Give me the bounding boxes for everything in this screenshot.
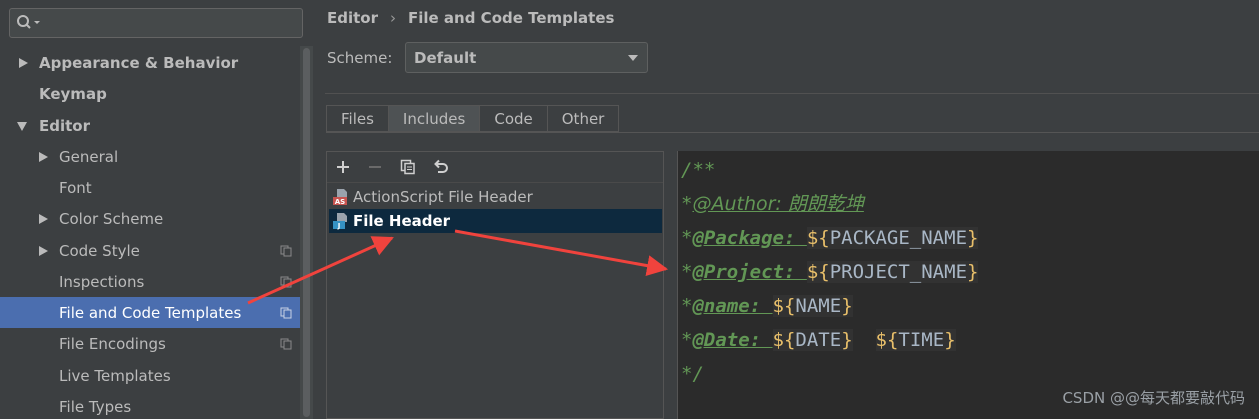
sidebar-item-label: Live Templates <box>59 366 171 385</box>
sidebar-scrollbar[interactable] <box>300 46 313 419</box>
sidebar-item-code-style[interactable]: Code Style <box>0 235 313 266</box>
sidebar-item-label: Font <box>59 178 92 197</box>
tab-includes[interactable]: Includes <box>387 105 480 132</box>
sidebar-item-file-and-code-templates[interactable]: File and Code Templates <box>0 297 313 328</box>
sidebar-item-label: File Encodings <box>59 334 166 353</box>
template-item-label: File Header <box>353 212 451 230</box>
remove-icon[interactable] <box>367 159 383 175</box>
sidebar-item-label: General <box>59 147 119 166</box>
chevron-down-icon <box>628 55 638 61</box>
breadcrumb-current: File and Code Templates <box>408 9 615 27</box>
template-item-label: ActionScript File Header <box>353 188 533 206</box>
settings-sidebar: Appearance & Behavior Keymap Editor Gene… <box>0 0 313 419</box>
reset-icon[interactable] <box>433 159 449 175</box>
tab-files[interactable]: Files <box>326 105 388 132</box>
template-code-editor[interactable]: /** *@Author: 朗朗乾坤 *@Package: ${PACKAGE_… <box>677 151 1259 419</box>
chevron-right-icon <box>39 152 48 162</box>
sidebar-item-label: File Types <box>59 397 132 416</box>
sidebar-item-editor[interactable]: Editor <box>0 110 313 141</box>
divider <box>325 93 1259 94</box>
file-type-text: J <box>337 222 341 230</box>
sidebar-item-label: Color Scheme <box>59 209 164 228</box>
sidebar-item-general[interactable]: General <box>0 141 313 172</box>
sidebar-item-label: Code Style <box>59 241 140 260</box>
code-line-6: *@Date: ${DATE} ${TIME} <box>681 329 956 351</box>
project-settings-icon <box>280 276 292 288</box>
code-line-3: *@Package: ${PACKAGE_NAME} <box>681 227 979 249</box>
code-line-7: */ <box>681 363 704 385</box>
sidebar-item-inspections[interactable]: Inspections <box>0 266 313 297</box>
project-settings-icon <box>280 245 292 257</box>
code-line-5: *@name: ${NAME} <box>681 295 853 317</box>
chevron-down-icon <box>17 122 27 131</box>
template-list-toolbar <box>327 152 663 183</box>
as-file-icon: AS <box>333 189 347 206</box>
sidebar-item-color-scheme[interactable]: Color Scheme <box>0 203 313 234</box>
template-tabs: Files Includes Code Other <box>326 105 620 132</box>
add-icon[interactable] <box>335 159 351 175</box>
sidebar-item-keymap[interactable]: Keymap <box>0 78 313 109</box>
watermark-text: CSDN @@每天都要敲代码 <box>1062 389 1245 407</box>
sidebar-item-label: Inspections <box>59 272 145 291</box>
sidebar-item-live-templates[interactable]: Live Templates <box>0 360 313 391</box>
sidebar-item-appearance-behavior[interactable]: Appearance & Behavior <box>0 47 313 78</box>
breadcrumb-parent: Editor <box>327 9 378 27</box>
chevron-right-icon <box>19 58 28 68</box>
sidebar-item-label: Appearance & Behavior <box>39 53 239 72</box>
chevron-right-icon <box>39 214 48 224</box>
scheme-value: Default <box>414 49 477 67</box>
scheme-label: Scheme: <box>327 49 393 67</box>
copy-icon[interactable] <box>400 159 416 175</box>
code-line-1: /** <box>681 159 716 181</box>
code-line-2: *@Author: 朗朗乾坤 <box>681 193 864 215</box>
tab-code[interactable]: Code <box>479 105 547 132</box>
file-type-text: AS <box>335 198 345 206</box>
breadcrumb: Editor › File and Code Templates <box>327 9 614 27</box>
sidebar-item-label: Editor <box>39 116 90 135</box>
template-item-actionscript-file-header[interactable]: AS ActionScript File Header <box>329 185 662 209</box>
sidebar-item-label: File and Code Templates <box>59 303 242 322</box>
settings-main-panel: Editor › File and Code Templates Scheme: D… <box>313 0 1259 419</box>
project-settings-icon <box>280 307 292 319</box>
sidebar-item-font[interactable]: Font <box>0 172 313 203</box>
sidebar-item-file-encodings[interactable]: File Encodings <box>0 328 313 359</box>
code-line-4: *@Project: ${PROJECT_NAME} <box>681 261 979 283</box>
sidebar-item-file-types[interactable]: File Types <box>0 391 313 419</box>
chevron-right-icon <box>39 246 48 256</box>
project-settings-icon <box>280 338 292 350</box>
search-icon <box>17 15 40 29</box>
scrollbar-thumb[interactable] <box>303 48 310 417</box>
breadcrumb-separator: › <box>390 9 396 27</box>
sidebar-item-label: Keymap <box>39 84 107 103</box>
scheme-dropdown[interactable]: Default <box>405 42 648 73</box>
tab-divider <box>326 132 1259 133</box>
template-list-panel: AS ActionScript File Header J File Heade… <box>326 151 664 419</box>
java-file-icon: J <box>333 213 347 230</box>
template-item-file-header[interactable]: J File Header <box>329 209 662 233</box>
tab-other[interactable]: Other <box>546 105 620 132</box>
settings-search-input[interactable] <box>9 8 303 38</box>
